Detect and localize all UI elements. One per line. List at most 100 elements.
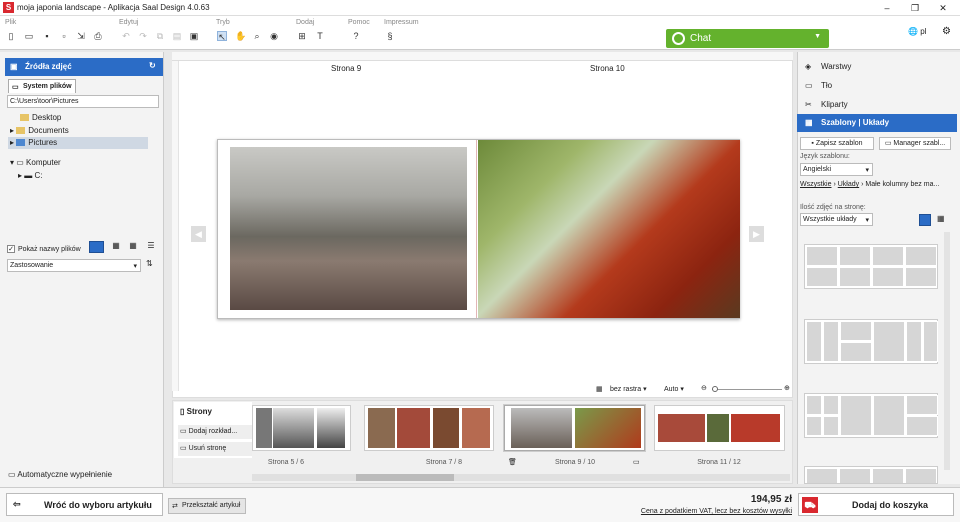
add-spread-icon: ▭ [180, 428, 189, 435]
tree-item-computer[interactable]: ▾ ▭ Komputer [10, 158, 61, 167]
layout-template-2[interactable] [804, 319, 938, 364]
template-manager-label: Manager szabl... [893, 140, 946, 147]
print-icon[interactable]: ⎙ [93, 31, 103, 41]
template-language-select[interactable]: Angielski ▾ [800, 163, 873, 176]
price-value: 194,95 zł [750, 494, 792, 505]
view-grid-icon[interactable]: ▦ [110, 241, 122, 253]
view-list-icon[interactable]: ☰ [145, 241, 157, 253]
tab-templates[interactable]: ▦ Szablony | Układy [797, 114, 957, 132]
menu-dodaj[interactable]: Dodaj [296, 19, 314, 26]
thumb-photo [256, 408, 272, 448]
close-icon[interactable]: ✕ [936, 2, 950, 14]
layout-template-1[interactable] [804, 244, 938, 289]
layout-view-grid-icon[interactable]: ▦ [937, 214, 945, 223]
save-template-button[interactable]: ▪ Zapisz szablon [800, 137, 874, 150]
zoom-select[interactable]: Auto ▾ [664, 385, 684, 393]
tab-cliparts[interactable]: ✂ Kliparty [797, 96, 957, 113]
settings-gear-icon[interactable]: ⚙ [942, 26, 951, 37]
back-to-articles-button[interactable]: ⇦ Wróć do wyboru artykułu [6, 493, 163, 516]
tree-item-drive-c[interactable]: ▸ ▬ C: [18, 171, 42, 180]
zoom-slider[interactable] [712, 389, 782, 390]
template-manager-button[interactable]: ▭ Manager szabl... [879, 137, 951, 150]
chat-button[interactable]: Chat ▼ [666, 29, 829, 48]
convert-article-button[interactable]: ⇄ Przekształć artykuł [168, 498, 246, 514]
impressum-icon[interactable]: § [385, 31, 395, 41]
vertical-ruler [172, 61, 179, 391]
preview-eye-icon[interactable]: ◉ [269, 31, 279, 41]
delete-page-icon[interactable]: 🗑 [508, 458, 517, 466]
template-language-label: Język szablonu: [800, 153, 850, 160]
zoom-out-icon[interactable]: ⊖ [701, 384, 707, 392]
breadcrumb-layouts[interactable]: Układy [838, 181, 859, 188]
zoom-slider-handle[interactable] [712, 386, 718, 392]
tree-label: Desktop [32, 113, 62, 122]
thumb-photo [731, 414, 780, 442]
pointer-icon[interactable]: ↖ [217, 31, 227, 42]
photo-frame-right[interactable] [478, 140, 740, 318]
new-file-icon[interactable]: ▯ [6, 31, 16, 41]
tree-item-documents[interactable]: ▸ Documents [10, 126, 69, 135]
layout-photo-slot [806, 395, 822, 415]
tab-background[interactable]: ▭ Tło [797, 77, 957, 94]
maximize-icon[interactable]: ❐ [908, 2, 922, 14]
remove-page-button[interactable]: ▭ Usuń stronę [178, 442, 252, 456]
price-note-link[interactable]: Cena z podatkiem VAT, lecz bez kosztów w… [612, 508, 792, 515]
tab-layers[interactable]: ◈ Warstwy [797, 58, 957, 75]
grid-select[interactable]: bez rastra ▾ [610, 385, 647, 393]
page-options-icon[interactable]: ▭ [633, 458, 640, 466]
show-filenames-checkbox[interactable]: ✓ Pokaż nazwy plików [7, 245, 81, 253]
tree-item-pictures[interactable]: ▸ Pictures [8, 137, 148, 149]
tree-label: Documents [28, 126, 69, 135]
menu-pomoc[interactable]: Pomoc [348, 19, 370, 26]
layout-photo-slot [873, 321, 905, 362]
photos-per-page-select[interactable]: Wszystkie układy ▾ [800, 213, 873, 226]
add-to-cart-button[interactable]: ⛟ Dodaj do koszyka [798, 493, 954, 516]
view-small-icon[interactable]: ▦ [127, 241, 139, 253]
autofill-icon: ▭ [8, 470, 18, 479]
paste-icon[interactable]: ▤ [172, 31, 182, 41]
pages-scrollbar-thumb[interactable] [356, 474, 454, 481]
add-image-icon[interactable]: ⊞ [297, 31, 307, 41]
tab-file-system[interactable]: ▭ System plików [8, 79, 76, 93]
image-edit-icon[interactable]: ▣ [189, 31, 199, 41]
save-as-icon[interactable]: ▫ [59, 31, 69, 41]
layout-view-large-icon[interactable] [919, 214, 931, 226]
minimize-icon[interactable]: – [880, 2, 894, 14]
folder-icon [16, 127, 26, 135]
language-selector[interactable]: 🌐 pl [908, 27, 926, 36]
photo-frame-left[interactable] [230, 147, 467, 310]
sort-icon[interactable]: ⇅ [146, 259, 153, 268]
zoom-icon[interactable]: ⌕ [252, 31, 262, 41]
pages-scrollbar[interactable] [252, 474, 790, 481]
layout-template-4[interactable] [804, 466, 938, 484]
undo-icon[interactable]: ↶ [121, 31, 131, 41]
path-field[interactable]: C:\Users\toor\Pictures [7, 95, 159, 108]
menu-impressum[interactable]: Impressum [384, 19, 419, 26]
menu-plik[interactable]: Plik [5, 19, 16, 26]
add-text-icon[interactable]: T [315, 31, 325, 41]
layout-photo-slot [823, 416, 839, 436]
refresh-icon[interactable]: ↻ [149, 61, 156, 70]
next-page-arrow-icon[interactable]: ▶ [749, 226, 764, 242]
add-spread-button[interactable]: ▭ Dodaj rozkład... [178, 425, 252, 439]
usage-select[interactable]: Zastosowanie ▾ [7, 259, 141, 272]
redo-icon[interactable]: ↷ [138, 31, 148, 41]
hand-icon[interactable]: ✋ [235, 31, 246, 41]
export-icon[interactable]: ⇲ [76, 31, 86, 41]
copy-icon[interactable]: ⧉ [155, 31, 165, 41]
templates-scrollbar[interactable] [944, 232, 950, 470]
menu-edytuj[interactable]: Edytuj [119, 19, 138, 26]
chat-bubble-icon [672, 32, 685, 45]
prev-page-arrow-icon[interactable]: ◀ [191, 226, 206, 242]
folder-icon [20, 114, 29, 122]
open-folder-icon[interactable]: ▭ [24, 31, 34, 41]
help-icon[interactable]: ? [351, 31, 361, 41]
breadcrumb-all[interactable]: Wszystkie [800, 181, 832, 188]
menu-tryb[interactable]: Tryb [216, 19, 230, 26]
zoom-in-icon[interactable]: ⊕ [784, 384, 790, 392]
autofill-button[interactable]: ▭ Automatyczne wypełnienie [8, 470, 112, 479]
save-icon[interactable]: ▪ [42, 31, 52, 41]
tree-item-desktop[interactable]: Desktop [20, 113, 61, 122]
view-large-icon[interactable] [89, 241, 104, 253]
layout-template-3[interactable] [804, 393, 938, 438]
